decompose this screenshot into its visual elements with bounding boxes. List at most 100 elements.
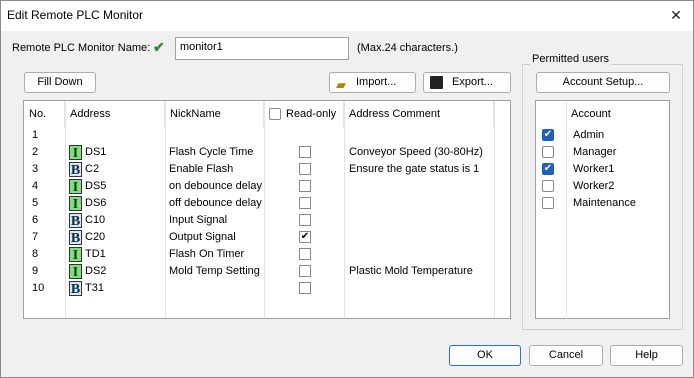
address-cell[interactable]: DS5	[85, 178, 106, 195]
help-button[interactable]: Help	[610, 345, 683, 366]
table-row[interactable]: 8 I TD1 Flash On Timer	[24, 246, 510, 263]
comment-cell[interactable]: Conveyor Speed (30-80Hz)	[349, 144, 483, 161]
max-chars-hint: (Max.24 characters.)	[357, 42, 458, 54]
col-header-readonly[interactable]: Read-only	[264, 101, 344, 127]
nickname-cell[interactable]: off debounce delay	[169, 195, 262, 212]
row-number: 6	[32, 214, 39, 226]
nickname-cell[interactable]: Input Signal	[169, 212, 227, 229]
bit-type-icon: B	[69, 162, 82, 178]
user-col-header[interactable]: Account	[566, 101, 666, 127]
integer-type-icon: I	[69, 145, 82, 161]
user-row[interactable]: Maintenance	[536, 195, 669, 212]
integer-type-icon: I	[69, 179, 82, 195]
export-button-label: Export...	[452, 76, 493, 88]
table-row[interactable]: 3 B C2 Enable Flash Ensure the gate status i…	[24, 161, 510, 178]
user-name: Manager	[573, 146, 617, 158]
close-icon[interactable]: ✕	[665, 5, 687, 25]
ok-button[interactable]: OK	[449, 345, 521, 366]
address-cell[interactable]: C20	[85, 229, 105, 246]
row-number: 5	[32, 197, 39, 209]
user-permission-checkbox[interactable]: ✔	[542, 163, 554, 175]
table-row[interactable]: 7 B C20 Output Signal ✔	[24, 229, 510, 246]
row-number: 3	[32, 163, 39, 175]
readonly-checkbox[interactable]	[299, 163, 311, 175]
col-header-no[interactable]: No.	[24, 101, 65, 127]
nickname-cell[interactable]: Flash On Timer	[169, 246, 244, 263]
address-cell[interactable]: DS6	[85, 195, 106, 212]
user-row[interactable]: Worker2	[536, 178, 669, 195]
comment-cell[interactable]: Plastic Mold Temperature	[349, 263, 473, 280]
user-name: Maintenance	[573, 197, 636, 209]
comment-cell[interactable]: Ensure the gate status is 1	[349, 161, 479, 178]
account-setup-button[interactable]: Account Setup...	[536, 72, 670, 93]
bit-type-icon: B	[69, 281, 82, 297]
address-table: No. Address NickName Read-only Address C…	[23, 100, 511, 319]
col-header-comment[interactable]: Address Comment	[344, 101, 494, 127]
nickname-cell[interactable]: on debounce delay	[169, 178, 262, 195]
user-name: Admin	[573, 129, 605, 141]
integer-type-icon: I	[69, 264, 82, 280]
user-permission-checkbox[interactable]	[542, 197, 554, 209]
folder-open-icon: ▰	[336, 77, 346, 92]
row-number: 4	[32, 180, 39, 192]
integer-type-icon: I	[69, 196, 82, 212]
nickname-cell[interactable]: Enable Flash	[169, 161, 233, 178]
fill-down-button[interactable]: Fill Down	[24, 72, 96, 93]
col-header-address[interactable]: Address	[65, 101, 165, 127]
address-cell[interactable]: C10	[85, 212, 105, 229]
user-permission-checkbox[interactable]	[542, 146, 554, 158]
bit-type-icon: B	[69, 213, 82, 229]
table-row[interactable]: 6 B C10 Input Signal	[24, 212, 510, 229]
table-row[interactable]: 4 I DS5 on debounce delay	[24, 178, 510, 195]
nickname-cell[interactable]: Mold Temp Setting	[169, 263, 260, 280]
readonly-checkbox[interactable]: ✔	[299, 231, 311, 243]
row-number: 8	[32, 248, 39, 260]
table-row[interactable]: 2 I DS1 Flash Cycle Time Conveyor Speed (30-…	[24, 144, 510, 161]
readonly-checkbox[interactable]	[299, 248, 311, 260]
row-number: 7	[32, 231, 39, 243]
bit-type-icon: B	[69, 230, 82, 246]
table-row[interactable]: 10 B T31	[24, 280, 510, 297]
user-permission-checkbox[interactable]	[542, 180, 554, 192]
readonly-all-checkbox[interactable]	[269, 108, 281, 120]
col-header-nickname[interactable]: NickName	[165, 101, 264, 127]
nickname-cell[interactable]: Flash Cycle Time	[169, 144, 253, 161]
import-button-label: Import...	[356, 76, 397, 88]
user-name: Worker2	[573, 180, 615, 192]
address-cell[interactable]: TD1	[85, 246, 106, 263]
permitted-users-label: Permitted users	[530, 53, 612, 65]
readonly-checkbox[interactable]	[299, 282, 311, 294]
row-number: 10	[32, 282, 45, 294]
check-icon: ✔	[153, 39, 165, 55]
user-row[interactable]: Manager	[536, 144, 669, 161]
readonly-checkbox[interactable]	[299, 265, 311, 277]
col-header-readonly-label: Read-only	[286, 108, 337, 120]
readonly-checkbox[interactable]	[299, 180, 311, 192]
user-row[interactable]: ✔ Worker1	[536, 161, 669, 178]
nickname-cell[interactable]: Output Signal	[169, 229, 236, 246]
address-cell[interactable]: DS1	[85, 144, 106, 161]
user-row[interactable]: ✔ Admin	[536, 127, 669, 144]
readonly-checkbox[interactable]	[299, 197, 311, 209]
dialog-window: Edit Remote PLC Monitor ✕ Remote PLC Mon…	[0, 0, 694, 378]
address-cell[interactable]: C2	[85, 161, 99, 178]
table-row[interactable]: 5 I DS6 off debounce delay	[24, 195, 510, 212]
address-cell[interactable]: T31	[85, 280, 104, 297]
user-permission-checkbox[interactable]: ✔	[542, 129, 554, 141]
row-number: 1	[32, 129, 39, 141]
cancel-button[interactable]: Cancel	[529, 345, 603, 366]
import-button[interactable]: ▰ Import...	[329, 72, 416, 93]
readonly-checkbox[interactable]	[299, 214, 311, 226]
table-row[interactable]: 9 I DS2 Mold Temp Setting Plastic Mold Tempe…	[24, 263, 510, 280]
monitor-name-field[interactable]: monitor1	[175, 37, 349, 60]
row-number: 2	[32, 146, 39, 158]
save-disk-icon	[430, 76, 443, 89]
window-title: Edit Remote PLC Monitor	[7, 8, 144, 22]
readonly-checkbox[interactable]	[299, 146, 311, 158]
export-button[interactable]: Export...	[423, 72, 511, 93]
user-list: Account ✔ Admin Manager ✔ Worker1 Worker2 Main…	[535, 100, 670, 320]
user-name: Worker1	[573, 163, 615, 175]
integer-type-icon: I	[69, 247, 82, 263]
address-cell[interactable]: DS2	[85, 263, 106, 280]
table-row[interactable]: 1	[24, 127, 510, 144]
